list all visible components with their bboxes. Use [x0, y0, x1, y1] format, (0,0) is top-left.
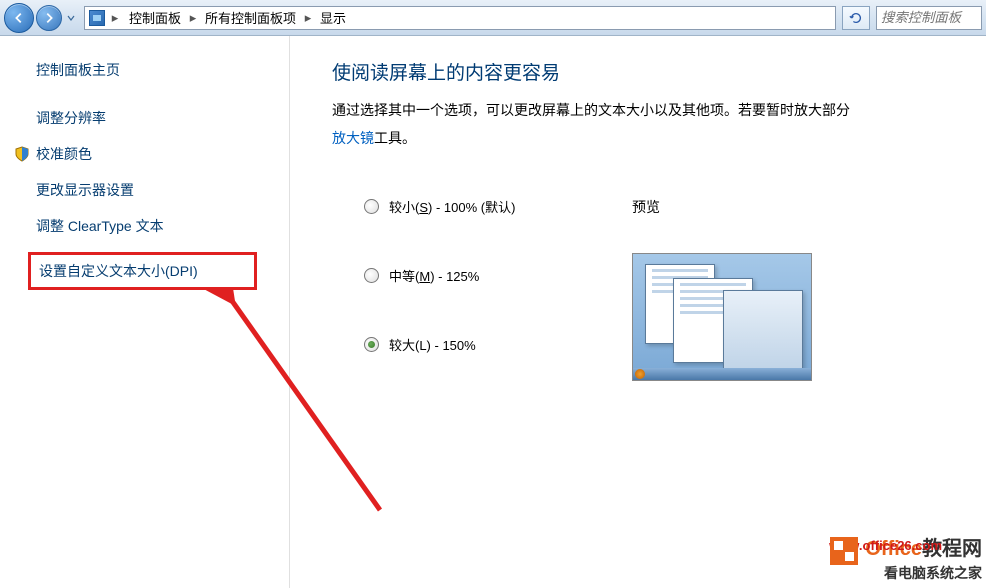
breadcrumb-sep[interactable]: ▸	[109, 10, 121, 26]
sidebar-title[interactable]: 控制面板主页	[36, 60, 277, 80]
arrow-left-icon	[12, 11, 26, 25]
breadcrumb-sep[interactable]: ▸	[187, 10, 199, 26]
preview-section: 预览	[632, 197, 978, 404]
preview-label: 预览	[632, 197, 978, 217]
size-options: 较小(S) - 100% (默认) 中等(M) - 125% 较大(L) - 1…	[332, 197, 632, 404]
radio-medium[interactable]: 中等(M) - 125%	[364, 266, 632, 285]
sidebar: 控制面板主页 调整分辨率 校准颜色 更改显示器设置 调整 ClearType 文…	[0, 36, 290, 588]
radio-small[interactable]: 较小(S) - 100% (默认)	[364, 197, 632, 216]
sidebar-link-label: 校准颜色	[36, 144, 92, 164]
refresh-icon	[849, 11, 863, 25]
refresh-button[interactable]	[842, 6, 870, 30]
page-description-2: 放大镜工具。	[332, 127, 978, 151]
control-panel-icon	[89, 10, 105, 26]
radio-label: 较大(L) - 150%	[389, 335, 476, 354]
preview-thumbnail	[632, 253, 812, 381]
breadcrumb: 控制面板 ▸ 所有控制面板项 ▸ 显示	[125, 6, 350, 29]
page-description: 通过选择其中一个选项，可以更改屏幕上的文本大小以及其他项。若要暂时放大部分	[332, 99, 978, 123]
arrow-right-icon	[42, 11, 56, 25]
radio-icon-checked	[364, 337, 379, 352]
watermark-subtitle: 看电脑系统之家	[830, 565, 982, 582]
office-logo-icon	[830, 537, 858, 565]
options-row: 较小(S) - 100% (默认) 中等(M) - 125% 较大(L) - 1…	[332, 197, 978, 404]
radio-icon	[364, 268, 379, 283]
sidebar-link-cleartype[interactable]: 调整 ClearType 文本	[36, 216, 277, 236]
radio-label: 较小(S) - 100% (默认)	[389, 197, 515, 216]
sidebar-link-dpi[interactable]: 设置自定义文本大小(DPI)	[28, 252, 257, 290]
watermark: www.office26.com Office教程网 看电脑系统之家	[830, 537, 982, 582]
back-button[interactable]	[4, 3, 34, 33]
history-dropdown[interactable]	[64, 14, 78, 22]
shield-icon	[14, 146, 30, 162]
breadcrumb-sep[interactable]: ▸	[302, 10, 314, 26]
chevron-down-icon	[67, 14, 75, 22]
radio-icon	[364, 199, 379, 214]
nav-buttons	[4, 3, 78, 33]
sidebar-link-resolution[interactable]: 调整分辨率	[36, 108, 277, 128]
page-title: 使阅读屏幕上的内容更容易	[332, 58, 978, 85]
breadcrumb-item[interactable]: 所有控制面板项	[201, 6, 300, 29]
content: 控制面板主页 调整分辨率 校准颜色 更改显示器设置 调整 ClearType 文…	[0, 36, 986, 588]
sidebar-link-calibrate[interactable]: 校准颜色	[36, 144, 277, 164]
magnifier-link[interactable]: 放大镜	[332, 130, 374, 146]
sidebar-link-display-settings[interactable]: 更改显示器设置	[36, 180, 277, 200]
address-bar[interactable]: ▸ 控制面板 ▸ 所有控制面板项 ▸ 显示	[84, 6, 836, 30]
navigation-bar: ▸ 控制面板 ▸ 所有控制面板项 ▸ 显示	[0, 0, 986, 36]
radio-large[interactable]: 较大(L) - 150%	[364, 335, 632, 354]
breadcrumb-item[interactable]: 控制面板	[125, 6, 185, 29]
radio-label: 中等(M) - 125%	[389, 266, 479, 285]
forward-button[interactable]	[36, 5, 62, 31]
main-panel: 使阅读屏幕上的内容更容易 通过选择其中一个选项，可以更改屏幕上的文本大小以及其他…	[290, 36, 986, 588]
search-input[interactable]	[876, 6, 982, 30]
breadcrumb-item[interactable]: 显示	[316, 6, 350, 29]
